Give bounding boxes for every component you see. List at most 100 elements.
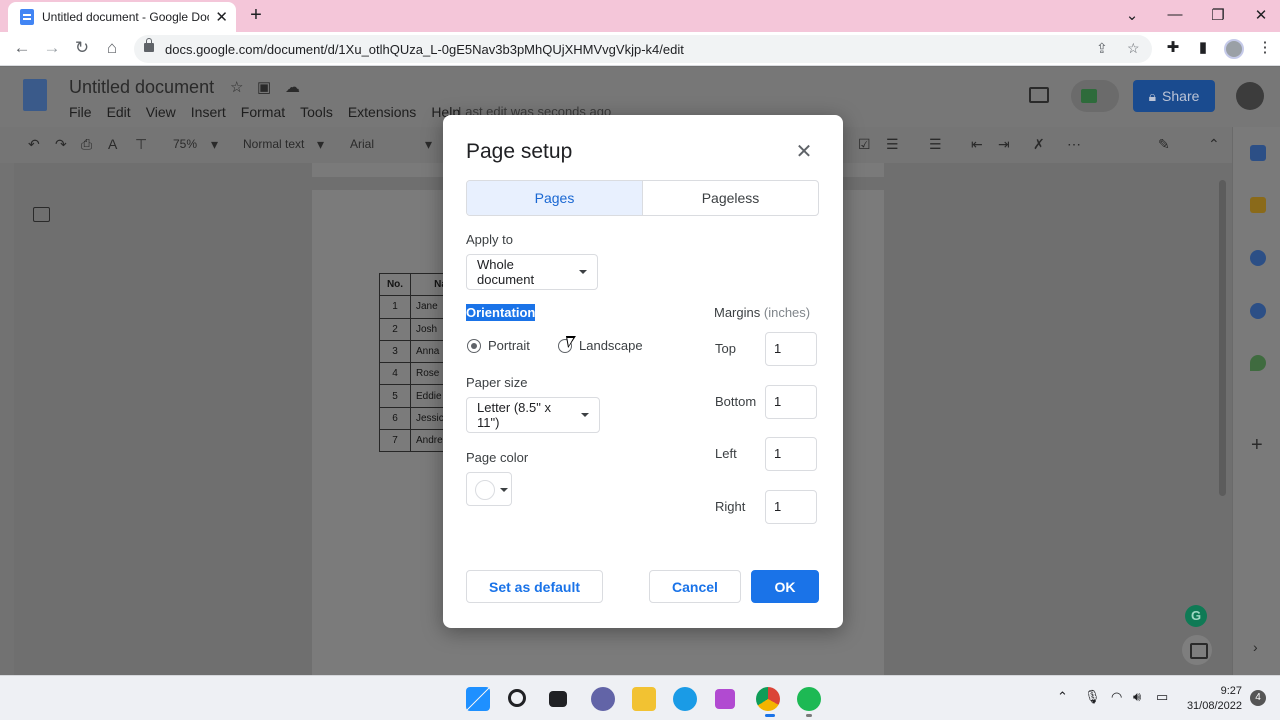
close-tab-icon[interactable]: ✕ bbox=[215, 8, 228, 26]
spotify-icon[interactable] bbox=[797, 687, 821, 711]
tab-pages[interactable]: Pages bbox=[467, 181, 643, 215]
table-cell[interactable]: 6 bbox=[379, 406, 411, 431]
document-title[interactable]: Untitled document bbox=[69, 77, 214, 98]
maximize-button[interactable]: ❐ bbox=[1208, 6, 1228, 24]
spellcheck-icon[interactable]: A bbox=[108, 136, 117, 152]
table-cell[interactable]: 5 bbox=[379, 384, 411, 408]
font-select[interactable]: Arial bbox=[350, 137, 374, 151]
tab-pageless[interactable]: Pageless bbox=[643, 181, 818, 215]
cloud-status-icon[interactable]: ☁ bbox=[285, 78, 300, 96]
minimize-button[interactable]: — bbox=[1165, 6, 1185, 23]
chevron-right-icon[interactable]: › bbox=[1253, 639, 1258, 655]
tasks-icon[interactable] bbox=[1250, 250, 1266, 266]
new-tab-button[interactable]: + bbox=[246, 4, 266, 27]
menu-extensions[interactable]: Extensions bbox=[348, 104, 416, 120]
more-icon[interactable]: ⋯ bbox=[1067, 136, 1081, 153]
editing-mode-icon[interactable]: ✎ bbox=[1158, 136, 1170, 153]
menu-edit[interactable]: Edit bbox=[107, 104, 131, 120]
table-cell[interactable]: 4 bbox=[379, 362, 411, 386]
style-select[interactable]: Normal text bbox=[243, 137, 304, 151]
chrome-menu-icon[interactable]: ⋮ bbox=[1255, 38, 1275, 56]
clear-formatting-icon[interactable]: ✗ bbox=[1033, 136, 1045, 153]
contacts-icon[interactable] bbox=[1250, 303, 1266, 319]
snipping-tool-icon[interactable] bbox=[715, 689, 735, 709]
reload-button[interactable]: ↻ bbox=[71, 38, 93, 58]
start-icon[interactable] bbox=[466, 687, 490, 711]
margin-top-input[interactable]: 1 bbox=[765, 332, 817, 366]
battery-icon[interactable]: ▭ bbox=[1156, 689, 1168, 705]
task-view-icon[interactable] bbox=[549, 691, 567, 707]
share-page-icon[interactable]: ⇪ bbox=[1096, 40, 1108, 57]
menu-tools[interactable]: Tools bbox=[300, 104, 333, 120]
redo-icon[interactable]: ↷ bbox=[55, 136, 67, 153]
meet-button[interactable] bbox=[1071, 80, 1119, 112]
edge-icon[interactable] bbox=[673, 687, 697, 711]
decrease-indent-icon[interactable]: ⇤ bbox=[971, 136, 983, 153]
forward-button[interactable]: → bbox=[41, 38, 63, 58]
notification-badge[interactable]: 4 bbox=[1250, 690, 1266, 706]
menu-insert[interactable]: Insert bbox=[191, 104, 226, 120]
system-clock[interactable]: 9:27 31/08/2022 bbox=[1180, 684, 1242, 714]
back-button[interactable]: ← bbox=[11, 38, 33, 58]
zoom-select[interactable]: 75% bbox=[173, 137, 197, 151]
microphone-icon[interactable]: 🎙︎ bbox=[1084, 689, 1101, 705]
checklist-icon[interactable]: ☑ bbox=[858, 136, 871, 153]
move-folder-icon[interactable]: ▣ bbox=[257, 78, 271, 96]
teams-chat-icon[interactable] bbox=[591, 687, 615, 711]
collapse-menus-icon[interactable]: ⌃ bbox=[1208, 136, 1220, 153]
close-icon[interactable]: ✕ bbox=[793, 139, 815, 164]
margin-bottom-input[interactable]: 1 bbox=[765, 385, 817, 419]
chevron-up-icon[interactable]: ⌃ bbox=[1057, 689, 1068, 705]
search-icon[interactable] bbox=[508, 689, 526, 707]
table-cell[interactable]: 3 bbox=[379, 339, 411, 364]
comment-history-icon[interactable] bbox=[1029, 87, 1049, 103]
share-button[interactable]: 🔒︎ Share bbox=[1133, 80, 1215, 112]
margin-right-input[interactable]: 1 bbox=[765, 490, 817, 524]
cancel-button[interactable]: Cancel bbox=[649, 570, 741, 603]
explore-button[interactable] bbox=[1182, 635, 1212, 665]
document-outline-icon[interactable] bbox=[33, 207, 50, 222]
file-explorer-icon[interactable] bbox=[632, 687, 656, 711]
keep-icon[interactable] bbox=[1250, 197, 1266, 213]
bookmark-star-icon[interactable]: ☆ bbox=[1127, 40, 1140, 57]
chrome-icon[interactable] bbox=[756, 687, 780, 711]
account-avatar[interactable] bbox=[1236, 82, 1264, 110]
docs-logo-icon[interactable] bbox=[23, 79, 47, 111]
undo-icon[interactable]: ↶ bbox=[28, 136, 40, 153]
browser-tab[interactable]: Untitled document - Google Docs ✕ bbox=[8, 2, 236, 32]
tab-search-icon[interactable]: ⌄ bbox=[1122, 6, 1142, 24]
add-on-plus-icon[interactable]: + bbox=[1251, 434, 1263, 457]
page-color-picker[interactable] bbox=[466, 472, 512, 506]
set-as-default-button[interactable]: Set as default bbox=[466, 570, 603, 603]
side-panel-icon[interactable]: ▮ bbox=[1193, 38, 1213, 56]
table-cell[interactable]: 2 bbox=[379, 317, 411, 341]
menu-file[interactable]: File bbox=[69, 104, 92, 120]
star-icon[interactable]: ☆ bbox=[230, 78, 243, 96]
volume-icon[interactable]: 🔊︎ bbox=[1133, 689, 1141, 705]
margin-left-input[interactable]: 1 bbox=[765, 437, 817, 471]
portrait-label[interactable]: Portrait bbox=[488, 338, 530, 353]
home-button[interactable]: ⌂ bbox=[101, 38, 123, 58]
apply-to-select[interactable]: Whole document bbox=[466, 254, 598, 290]
calendar-icon[interactable] bbox=[1250, 145, 1266, 161]
table-cell[interactable]: 1 bbox=[379, 295, 411, 319]
portrait-radio[interactable] bbox=[467, 339, 481, 353]
grammarly-icon[interactable]: G bbox=[1185, 605, 1207, 627]
close-window-button[interactable]: ✕ bbox=[1251, 6, 1271, 24]
increase-indent-icon[interactable]: ⇥ bbox=[998, 136, 1010, 153]
landscape-label[interactable]: Landscape bbox=[579, 338, 643, 353]
print-icon[interactable]: ⎙ bbox=[81, 136, 92, 153]
table-cell[interactable]: 7 bbox=[379, 429, 411, 453]
numbered-list-icon[interactable]: ☰ bbox=[929, 136, 942, 153]
address-bar[interactable]: docs.google.com/document/d/1Xu_otlhQUza_… bbox=[134, 35, 1152, 63]
vertical-scrollbar[interactable] bbox=[1219, 180, 1226, 496]
menu-format[interactable]: Format bbox=[241, 104, 285, 120]
bulleted-list-icon[interactable]: ☰ bbox=[886, 136, 899, 153]
maps-icon[interactable] bbox=[1250, 355, 1266, 371]
ok-button[interactable]: OK bbox=[751, 570, 819, 603]
paint-format-icon[interactable]: ⊤ bbox=[135, 136, 147, 153]
table-header-cell[interactable]: No. bbox=[379, 272, 411, 297]
paper-size-select[interactable]: Letter (8.5" x 11") bbox=[466, 397, 600, 433]
menu-view[interactable]: View bbox=[146, 104, 176, 120]
profile-avatar[interactable] bbox=[1224, 39, 1244, 59]
